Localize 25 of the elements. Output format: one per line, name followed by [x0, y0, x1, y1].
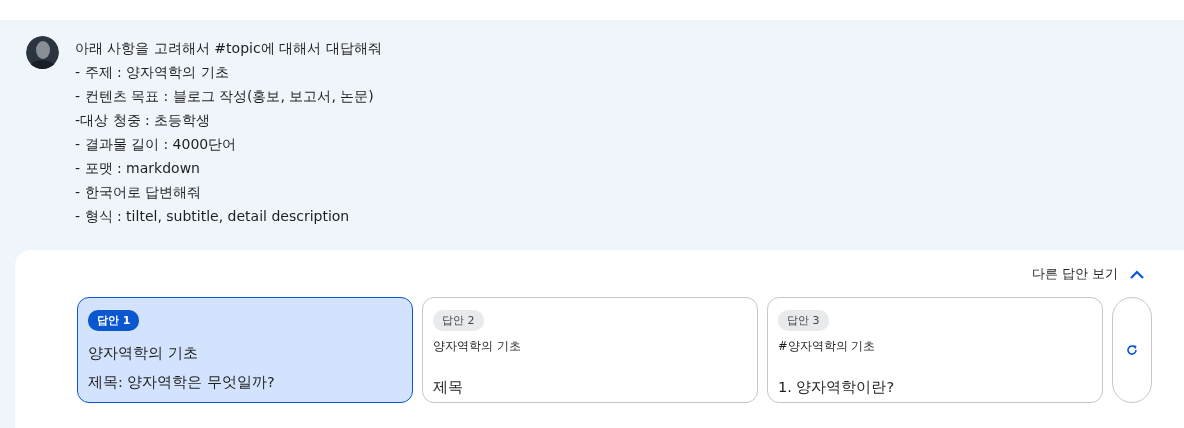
draft-card[interactable]: 답안 2 양자역학의 기초 제목: [422, 297, 758, 403]
draft-text: 제목: 양자역학은 무엇일까?: [88, 373, 275, 392]
draft-card[interactable]: 답안 1 양자역학의 기초 제목: 양자역학은 무엇일까?: [77, 297, 413, 403]
prompt-text-line: -대상 청중 : 초등학생: [75, 111, 212, 130]
prompt-text-line: - 결과물 길이 : 4000단어: [75, 135, 238, 154]
regenerate-button[interactable]: [1112, 297, 1152, 403]
refresh-icon: [1126, 344, 1138, 356]
draft-label: 답안 1: [88, 310, 140, 331]
draft-text: #양자역학의 기초: [778, 339, 876, 354]
prompt-text-line: - 컨텐츠 목표 : 블로그 작성(홍보, 보고서, 논문): [75, 87, 375, 106]
user-avatar: [26, 36, 59, 69]
prompt-text-line: - 포맷 : markdown: [75, 159, 201, 178]
draft-card[interactable]: 답안 3 #양자역학의 기초 1. 양자역학이란?: [767, 297, 1103, 403]
prompt-text-line: - 한국어로 답변해줘: [75, 183, 202, 202]
draft-label: 답안 3: [778, 310, 829, 331]
prompt-text-line: 아래 사항을 고려해서 #topic에 대해서 대답해줘: [75, 39, 382, 58]
chevron-icon: [1130, 269, 1144, 279]
prompt-text-line: - 주제 : 양자역학의 기초: [75, 63, 230, 82]
draft-text: 1. 양자역학이란?: [778, 378, 895, 397]
draft-text: 양자역학의 기초: [433, 339, 521, 354]
draft-label: 답안 2: [433, 310, 484, 331]
show-drafts-button[interactable]: 다른 답안 보기: [1031, 265, 1144, 283]
draft-text: 양자역학의 기초: [88, 344, 198, 363]
prompt-text-line: - 형식 : tiltel, subtitle, detail description: [75, 207, 351, 226]
draft-text: 제목: [433, 378, 463, 397]
